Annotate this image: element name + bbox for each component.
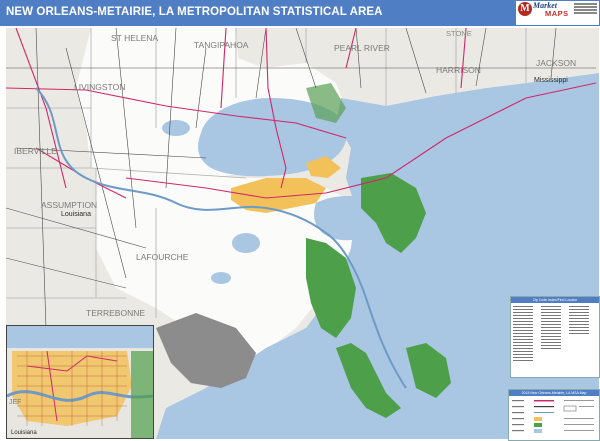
inset-map: JEF Louisiana <box>6 325 154 439</box>
map-legend-panel: 2015 New Orleans-Metairie, LA MSA Map <box>508 389 600 441</box>
inset-label-louisiana: Louisiana <box>11 430 37 436</box>
label-lafourche: LAFOURCHE <box>136 252 189 262</box>
legend-key-rows <box>512 400 594 433</box>
lake-cataouatche <box>211 272 231 284</box>
label-assumption: ASSUMPTION <box>41 200 97 210</box>
label-livingston: LIVINGSTON <box>74 82 125 92</box>
lake-maurepas <box>162 120 190 136</box>
lake-salvador <box>232 233 260 253</box>
label-jackson: JACKSON <box>536 58 576 68</box>
inset-lake <box>7 326 153 348</box>
map-legend-keys <box>512 400 594 433</box>
label-mississippi-state: Mississippi <box>534 77 568 84</box>
inset-map-canvas: JEF Louisiana <box>7 326 153 438</box>
label-terrebonne: TERREBONNE <box>86 308 145 318</box>
market-maps-logo-icon: M <box>518 2 532 16</box>
zip-index-table <box>513 306 589 361</box>
label-tangipahoa: TANGIPAHOA <box>194 40 249 50</box>
inset-label-jefferson: JEF <box>9 399 21 406</box>
label-louisiana-state: Louisiana <box>61 211 91 218</box>
map-title: NEW ORLEANS-METAIRIE, LA METROPOLITAN ST… <box>6 6 383 18</box>
logo-fine-print <box>574 3 597 17</box>
title-bar: NEW ORLEANS-METAIRIE, LA METROPOLITAN ST… <box>0 0 600 26</box>
zip-code-index-panel: Zip Code Index/Find Locator <box>510 296 600 378</box>
inset-wetlands <box>131 351 153 438</box>
logo-brand-bottom: MAPS <box>545 9 569 18</box>
zip-index-entries <box>513 306 589 361</box>
label-harrison: HARRISON <box>436 65 481 75</box>
market-maps-logo: M Market MAPS <box>516 1 599 25</box>
map-poster: NEW ORLEANS-METAIRIE, LA METROPOLITAN ST… <box>0 0 600 441</box>
label-iberville: IBERVILLE <box>14 146 57 156</box>
label-stone: STONE <box>446 29 472 38</box>
label-st-helena: ST HELENA <box>111 33 158 43</box>
label-pearl-river: PEARL RIVER <box>334 43 390 53</box>
